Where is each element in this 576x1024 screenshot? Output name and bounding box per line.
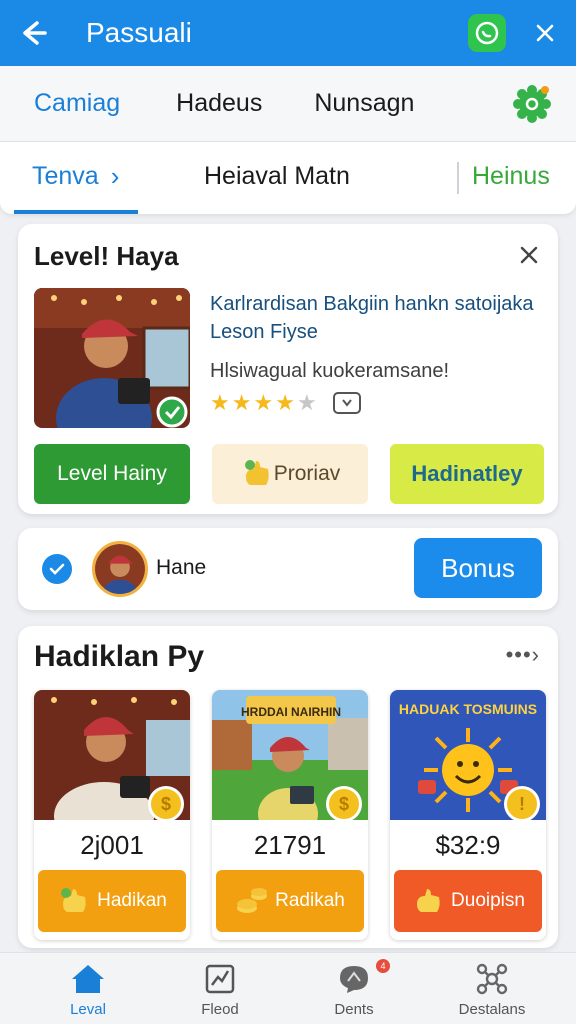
notification-badge: 4 (376, 959, 390, 973)
network-icon (472, 961, 512, 997)
nav-label: Leval (70, 1001, 106, 1018)
whatsapp-icon (475, 21, 499, 45)
tile-value: 21791 (253, 830, 327, 860)
tab-tenva[interactable]: Tenva › (14, 142, 138, 214)
chevron-right-icon: › (110, 160, 120, 191)
tab-bar: Tenva › Heiaval Matn Heinus (0, 142, 576, 214)
star-rating: ★ ★ ★ ★ ★ (210, 390, 361, 416)
tile-value: $32:9 (435, 830, 501, 860)
tab-tenva-label: Tenva (32, 161, 99, 190)
bonus-button[interactable]: Bonus (414, 538, 542, 598)
radikah-button[interactable]: Radikah (216, 870, 364, 932)
top-menu: Camiag Hadeus Nunsagn (0, 66, 576, 142)
chat-icon (334, 961, 374, 997)
reward-tile[interactable]: HADUAK TOSMUINS ! $32:9 Duoipisn (390, 690, 546, 940)
star-icon: ★ (210, 390, 230, 415)
bottom-nav: Leval Fleod 4 Dents Destalans (0, 952, 576, 1024)
hadinatley-button[interactable]: Hadinatley (390, 444, 544, 504)
tile-banner: HADUAK TOSMUINS (399, 701, 537, 717)
nav-item-leval[interactable]: Leval (16, 953, 160, 1024)
check-icon[interactable] (42, 554, 72, 584)
close-icon (520, 246, 538, 264)
hadikan-button[interactable]: Hadikan (38, 870, 186, 932)
level-card-title: Level! Haya (34, 241, 179, 271)
back-button[interactable] (0, 0, 66, 66)
tile-value: 2j001 (80, 830, 144, 860)
tab-divider (457, 162, 459, 194)
gear-icon[interactable] (512, 84, 552, 124)
section-title: Hadiklan Py (34, 640, 205, 673)
tab-heiaval-matn[interactable]: Heiaval Matn (204, 162, 350, 191)
app-header: Passuali (0, 0, 576, 66)
reward-tile[interactable]: HRDDAI NAIRHIN $ 21791 Radikah (212, 690, 368, 940)
proriav-button[interactable]: Proriav (212, 444, 368, 504)
nav-item-destalans[interactable]: Destalans (420, 953, 564, 1024)
nav-label: Fleod (201, 1001, 239, 1018)
menu-item-nunsagn[interactable]: Nunsagn (314, 89, 414, 118)
hadikan-label: Hadikan (97, 890, 167, 911)
chart-icon (200, 961, 240, 997)
star-empty-icon: ★ (296, 390, 317, 415)
close-button[interactable] (528, 16, 562, 50)
home-icon (68, 961, 108, 997)
star-icon: ★ (275, 390, 295, 415)
coin-icon: $ (326, 786, 362, 822)
level-hainy-button[interactable]: Level Hainy (34, 444, 190, 504)
coins-icon (237, 888, 268, 913)
arrow-left-icon (23, 21, 47, 45)
level-card-close-button[interactable] (512, 238, 546, 272)
level-card-headline: Karlrardisan Bakgiin hankn satoijaka Les… (210, 293, 534, 343)
level-card: Level! Haya Karlrardisan Bakgiin hankn s… (18, 224, 558, 514)
close-icon (536, 24, 554, 42)
nav-label: Dents (334, 1001, 374, 1018)
reward-tile[interactable]: $ 2j001 Hadikan (34, 690, 190, 940)
tile-banner: HRDDAI NAIRHIN (241, 705, 341, 719)
level-card-subline: Hlsiwagual kuokeramsane! (210, 360, 450, 382)
hand-icon (417, 889, 440, 912)
duoipisn-label: Duoipisn (451, 890, 525, 911)
menu-item-hadeus[interactable]: Hadeus (176, 89, 262, 118)
nav-item-dents[interactable]: 4 Dents (282, 953, 426, 1024)
nav-item-fleod[interactable]: Fleod (148, 953, 292, 1024)
radikah-label: Radikah (275, 890, 345, 911)
whatsapp-button[interactable] (468, 14, 506, 52)
tab-heinus[interactable]: Heinus (472, 162, 550, 191)
nav-label: Destalans (458, 1001, 526, 1018)
hand-icon (61, 888, 86, 912)
bag-icon[interactable] (332, 392, 361, 414)
hero-image[interactable] (34, 288, 190, 428)
proriav-label: Proriav (273, 462, 341, 485)
coin-icon: $ (148, 786, 184, 822)
section-card: Hadiklan Py •••› $ 2j001 Hadikan HRDDAI … (18, 626, 558, 948)
avatar (92, 541, 148, 597)
duoipisn-button[interactable]: Duoipisn (394, 870, 542, 932)
coin-icon: ! (504, 786, 540, 822)
app-title: Passuali (86, 17, 192, 48)
star-icon: ★ (253, 390, 274, 415)
user-row-card: Hane Bonus (18, 528, 558, 610)
hand-icon (244, 460, 269, 485)
user-name: Hane (156, 556, 207, 579)
star-icon: ★ (231, 390, 252, 415)
menu-item-camiag[interactable]: Camiag (34, 89, 120, 118)
more-icon[interactable]: •••› (506, 642, 540, 668)
